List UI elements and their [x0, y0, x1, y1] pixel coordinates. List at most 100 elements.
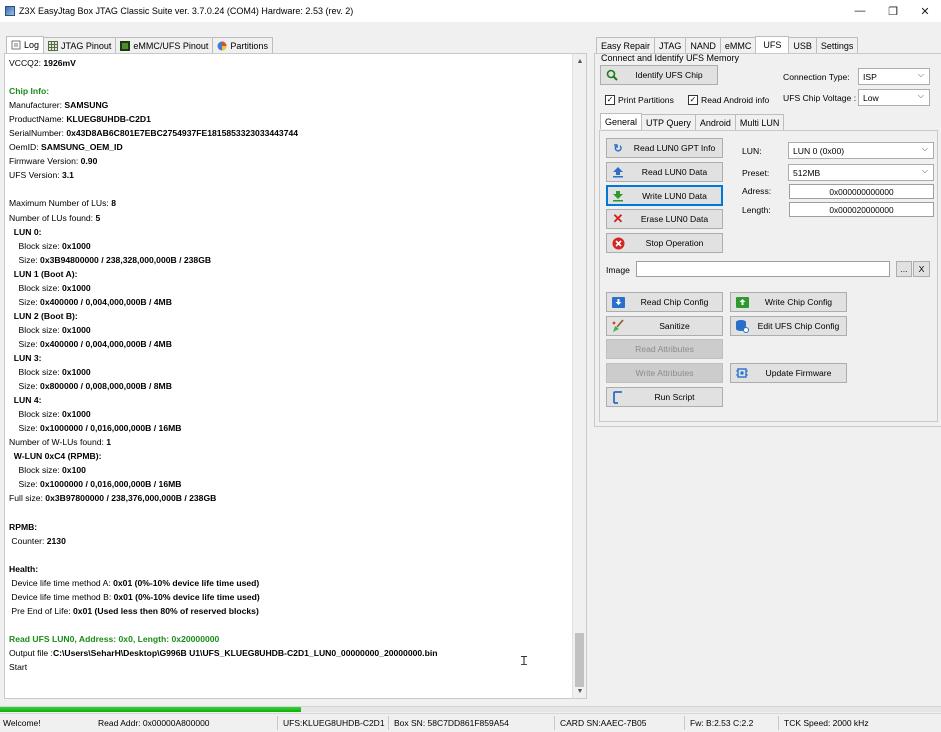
scroll-up-icon[interactable]: ▲ [573, 54, 586, 68]
read-data-label: Read LUN0 Data [641, 167, 708, 177]
tab-settings[interactable]: Settings [815, 37, 859, 53]
tab-log[interactable]: Log [6, 36, 45, 53]
connection-type-label: Connection Type: [783, 72, 850, 82]
log-scrollbar[interactable]: ▲ ▼ [572, 54, 586, 698]
log-line: VCCQ2: 1926mV [9, 58, 76, 68]
voltage-select[interactable]: Low ⌵ [858, 89, 930, 106]
scroll-thumb[interactable] [575, 633, 584, 687]
stop-operation-button[interactable]: Stop Operation [606, 233, 723, 253]
tab-emmc[interactable]: eMMC [719, 37, 757, 53]
download-icon [611, 189, 625, 203]
log-line: Size: 0x400000 / 0,004,000,000B / 4MB [9, 338, 172, 349]
tab-nand[interactable]: NAND [685, 37, 721, 53]
clear-image-button[interactable]: X [913, 261, 930, 277]
write-attributes-button[interactable]: Write Attributes [606, 363, 723, 383]
log-line: Device life time method B: 0x01 (0%-10% … [9, 591, 260, 602]
stop-icon [611, 236, 625, 250]
scroll-down-icon[interactable]: ▼ [573, 684, 586, 698]
log-line: SerialNumber: 0x43D8AB6C801E7EBC2754937F… [9, 128, 299, 139]
tab-android[interactable]: Android [694, 114, 736, 130]
pie-icon [217, 41, 227, 51]
tab-jtag-pinout-label: JTAG Pinout [61, 40, 112, 51]
preset-label: Preset: [742, 168, 770, 178]
sanitize-label: Sanitize [659, 321, 690, 331]
status-separator [554, 716, 555, 730]
tab-emmc-ufs-pinout[interactable]: eMMC/UFS Pinout [115, 37, 214, 53]
stop-operation-label: Stop Operation [645, 238, 704, 248]
log-line: OemID: SAMSUNG_OEM_ID [9, 142, 123, 153]
log-line: LUN 1 (Boot A): [13, 268, 78, 279]
print-partitions-checkbox[interactable]: ✓ Print Partitions [605, 95, 674, 105]
broom-icon [611, 319, 625, 333]
log-line: Output file :C:\Users\SeharH\Desktop\G99… [9, 647, 438, 658]
log-line: ProductName: KLUEG8UHDB-C2D1 [9, 114, 151, 125]
tab-jtag-pinout[interactable]: JTAG Pinout [43, 37, 117, 53]
erase-data-button[interactable]: ✕ Erase LUN0 Data [606, 209, 723, 229]
log-panel[interactable]: VCCQ2: 1926mV Chip Info: Manufacturer: SAM… [4, 53, 587, 699]
log-text: VCCQ2: 1926mV Chip Info: Manufacturer: SAM… [9, 54, 569, 674]
read-data-button[interactable]: Read LUN0 Data [606, 162, 723, 182]
voltage-label: UFS Chip Voltage : [783, 93, 857, 103]
search-icon [605, 68, 619, 82]
log-line: UFS Version: 3.1 [9, 170, 74, 181]
read-attributes-button[interactable]: Read Attributes [606, 339, 723, 359]
progress-fill [0, 707, 302, 712]
script-icon [611, 390, 625, 404]
preset-select[interactable]: 512MB ⌵ [788, 164, 934, 181]
read-android-info-checkbox[interactable]: ✓ Read Android info [688, 95, 769, 105]
close-button[interactable]: ✕ [908, 0, 941, 22]
read-chip-config-button[interactable]: Read Chip Config [606, 292, 723, 312]
text-cursor-icon: Ｉ [518, 654, 531, 668]
ufs-sub-tabs: General UTP Query Android Multi LUN [600, 113, 785, 130]
address-input[interactable]: 0x000000000000 [789, 184, 934, 199]
tab-multi-lun[interactable]: Multi LUN [734, 114, 785, 130]
connect-group-title: Connect and Identify UFS Memory [601, 53, 740, 63]
lun-select[interactable]: LUN 0 (0x00) ⌵ [788, 142, 934, 159]
log-line: Start [9, 662, 28, 673]
tab-usb[interactable]: USB [788, 37, 817, 53]
log-line: Maximum Number of LUs: 8 [9, 198, 116, 209]
log-line: Firmware Version: 0.90 [9, 156, 98, 167]
tab-ufs[interactable]: UFS [755, 36, 790, 53]
connection-type-select[interactable]: ISP ⌵ [858, 68, 930, 85]
image-path-input[interactable] [636, 261, 890, 277]
log-line: Size: 0x400000 / 0,004,000,000B / 4MB [9, 296, 172, 307]
update-firmware-label: Update Firmware [765, 368, 832, 378]
write-chip-config-button[interactable]: Write Chip Config [730, 292, 847, 312]
edit-ufs-config-label: Edit UFS Chip Config [757, 321, 840, 331]
run-script-button[interactable]: Run Script [606, 387, 723, 407]
tab-easy-repair[interactable]: Easy Repair [596, 37, 656, 53]
tab-general[interactable]: General [600, 113, 643, 129]
edit-ufs-config-button[interactable]: Edit UFS Chip Config [730, 316, 847, 336]
log-line: Block size: 0x100 [9, 465, 86, 476]
log-line: Manufacturer: SAMSUNG [9, 100, 109, 111]
browse-button[interactable]: ... [896, 261, 912, 277]
tab-jtag[interactable]: JTAG [654, 37, 687, 53]
log-line: Size: 0x1000000 / 0,016,000,000B / 16MB [9, 479, 182, 490]
log-line: LUN 2 (Boot B): [13, 310, 78, 321]
identify-ufs-chip-button[interactable]: Identify UFS Chip [600, 65, 718, 85]
read-gpt-label: Read LUN0 GPT Info [633, 143, 716, 153]
log-line: Block size: 0x1000 [9, 324, 91, 335]
update-firmware-button[interactable]: Update Firmware [730, 363, 847, 383]
log-line: Block size: 0x1000 [9, 409, 91, 420]
log-line: Health: [9, 563, 39, 574]
minimize-button[interactable]: — [843, 0, 877, 22]
status-fw: Fw: B:2.53 C:2.2 [690, 718, 754, 728]
voltage-value: Low [863, 92, 879, 103]
sanitize-button[interactable]: Sanitize [606, 316, 723, 336]
upload-icon [611, 165, 625, 179]
tab-partitions[interactable]: Partitions [212, 37, 273, 53]
read-gpt-button[interactable]: ↻ Read LUN0 GPT Info [606, 138, 723, 158]
write-data-button[interactable]: Write LUN0 Data [606, 185, 723, 206]
maximize-button[interactable]: ❐ [876, 0, 910, 22]
read-chip-config-label: Read Chip Config [640, 297, 709, 307]
length-input[interactable]: 0x000020000000 [789, 202, 934, 217]
chevron-down-icon: ⌵ [917, 70, 924, 79]
log-line: Size: 0x1000000 / 0,016,000,000B / 16MB [9, 423, 182, 434]
progress-bar [0, 706, 941, 712]
tab-utp-query[interactable]: UTP Query [641, 114, 696, 130]
image-label: Image [606, 265, 630, 275]
